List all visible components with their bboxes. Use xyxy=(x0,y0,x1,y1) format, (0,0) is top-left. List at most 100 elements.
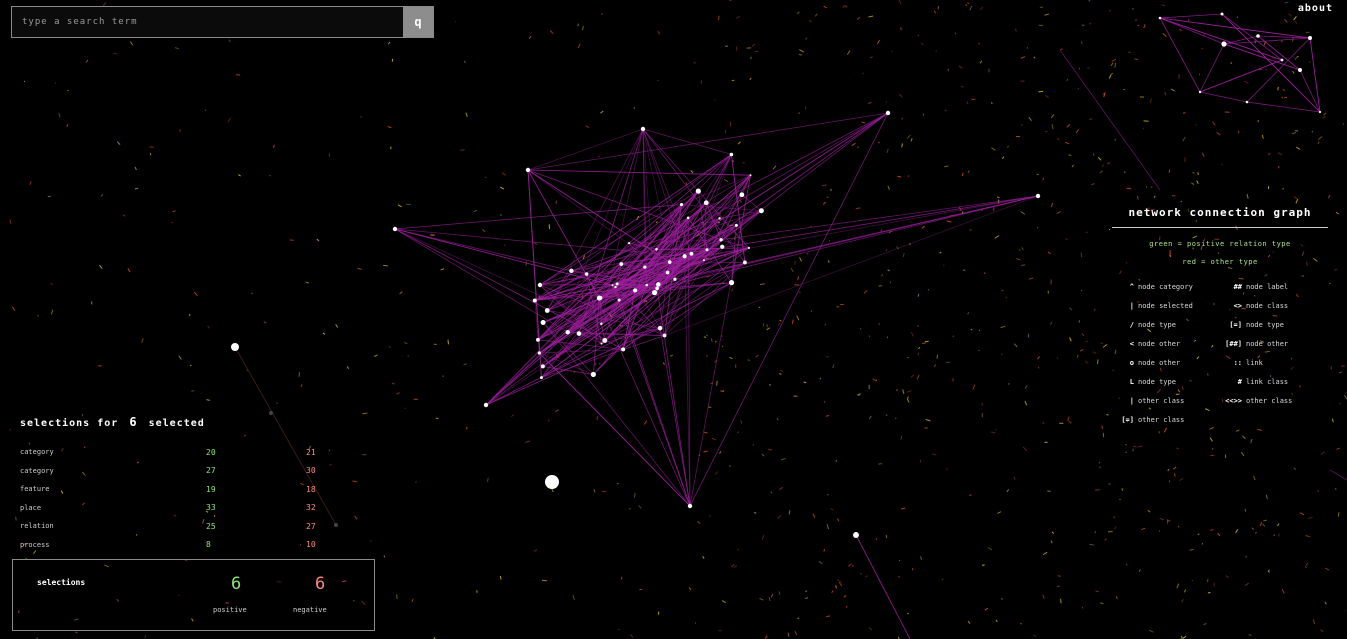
graph-node[interactable] xyxy=(540,364,545,369)
graph-node[interactable] xyxy=(645,283,649,287)
graph-node[interactable] xyxy=(633,288,638,293)
graph-node[interactable] xyxy=(662,333,667,338)
stats-row[interactable]: place 33 32 xyxy=(20,499,350,518)
graph-node[interactable] xyxy=(537,351,541,355)
graph-node[interactable] xyxy=(703,200,709,206)
graph-node[interactable] xyxy=(602,338,608,343)
graph-node[interactable] xyxy=(600,342,603,345)
particle xyxy=(851,142,856,147)
stats-row[interactable]: feature 19 18 xyxy=(20,480,350,499)
graph-node[interactable] xyxy=(540,319,546,325)
graph-node[interactable] xyxy=(565,329,570,335)
graph-node[interactable] xyxy=(1158,16,1162,20)
graph-node[interactable] xyxy=(689,251,694,256)
graph-node[interactable] xyxy=(643,265,647,269)
graph-node[interactable] xyxy=(1280,58,1284,62)
summary-negative-value: 6 xyxy=(315,574,326,594)
graph-node[interactable] xyxy=(657,325,663,331)
graph-node[interactable] xyxy=(729,152,734,157)
stats-row[interactable]: process 8 10 xyxy=(20,536,350,555)
graph-node[interactable] xyxy=(1245,100,1249,104)
graph-node[interactable] xyxy=(758,208,764,214)
particle xyxy=(803,381,807,384)
graph-node[interactable] xyxy=(1298,68,1302,72)
graph-node[interactable] xyxy=(392,226,398,232)
graph-node[interactable] xyxy=(667,260,672,264)
graph-node[interactable] xyxy=(569,268,574,274)
graph-node[interactable] xyxy=(720,244,725,249)
graph-node[interactable] xyxy=(576,331,582,336)
graph-node[interactable] xyxy=(1035,193,1041,199)
graph-node[interactable] xyxy=(584,272,589,276)
graph-node[interactable] xyxy=(598,295,603,301)
stats-row[interactable]: category 27 30 xyxy=(20,462,350,481)
particle xyxy=(906,390,912,393)
graph-node[interactable] xyxy=(739,192,745,198)
particle xyxy=(1168,169,1171,173)
graph-node[interactable] xyxy=(483,402,489,408)
large-isolated-node[interactable] xyxy=(545,475,559,489)
graph-node[interactable] xyxy=(1308,36,1312,40)
graph-node[interactable] xyxy=(1318,110,1322,114)
graph-node[interactable] xyxy=(747,246,751,250)
graph-node[interactable] xyxy=(614,285,617,289)
particle xyxy=(1000,597,1003,600)
graph-node[interactable] xyxy=(600,322,603,326)
graph-node[interactable] xyxy=(885,110,891,116)
graph-node[interactable] xyxy=(743,260,747,265)
graph-node[interactable] xyxy=(728,280,735,286)
graph-edge xyxy=(656,288,691,507)
particle xyxy=(969,494,972,496)
graph-node[interactable] xyxy=(652,290,658,296)
graph-node[interactable] xyxy=(539,376,543,380)
graph-node[interactable] xyxy=(702,259,705,262)
about-link[interactable]: about xyxy=(1298,3,1333,14)
graph-node[interactable] xyxy=(1220,12,1224,16)
search-input[interactable] xyxy=(12,7,404,37)
particle xyxy=(810,310,813,313)
graph-node[interactable] xyxy=(640,126,646,132)
stats-row[interactable]: relation 25 27 xyxy=(20,517,350,536)
graph-node[interactable] xyxy=(590,371,596,378)
graph-node[interactable] xyxy=(1198,90,1202,94)
graph-node[interactable] xyxy=(749,174,752,177)
particle xyxy=(1265,69,1268,71)
graph-node[interactable] xyxy=(679,202,684,207)
graph-node[interactable] xyxy=(525,167,531,173)
particle xyxy=(719,451,722,454)
graph-node[interactable] xyxy=(544,308,550,313)
particle xyxy=(1260,521,1262,526)
graph-node[interactable] xyxy=(621,347,626,352)
graph-node[interactable] xyxy=(734,223,738,227)
particle xyxy=(967,620,971,624)
graph-node[interactable] xyxy=(537,282,543,288)
isolated-node[interactable] xyxy=(231,343,239,351)
graph-node[interactable] xyxy=(532,298,537,303)
graph-node[interactable] xyxy=(719,238,723,242)
search-button[interactable]: q xyxy=(403,7,433,37)
isolated-node[interactable] xyxy=(853,532,859,538)
graph-node[interactable] xyxy=(695,188,701,194)
graph-node[interactable] xyxy=(687,503,693,509)
graph-node[interactable] xyxy=(627,241,631,245)
graph-node[interactable] xyxy=(1256,34,1260,38)
graph-edge xyxy=(1221,13,1321,113)
graph-node[interactable] xyxy=(617,298,621,302)
graph-node[interactable] xyxy=(718,217,721,220)
particle xyxy=(961,86,964,88)
graph-node[interactable] xyxy=(619,262,624,266)
graph-node[interactable] xyxy=(673,277,677,281)
graph-node[interactable] xyxy=(665,270,670,275)
particle xyxy=(878,285,883,287)
graph-node[interactable] xyxy=(1221,41,1227,47)
graph-node[interactable] xyxy=(686,216,690,220)
graph-node[interactable] xyxy=(682,254,687,259)
graph-node[interactable] xyxy=(655,286,659,291)
graph-node[interactable] xyxy=(655,248,658,251)
stats-row[interactable]: category 20 21 xyxy=(20,443,350,462)
graph-node[interactable] xyxy=(536,337,540,342)
graph-node[interactable] xyxy=(656,282,661,287)
graph-node[interactable] xyxy=(611,284,614,287)
graph-node[interactable] xyxy=(615,282,619,286)
graph-node[interactable] xyxy=(705,248,709,252)
